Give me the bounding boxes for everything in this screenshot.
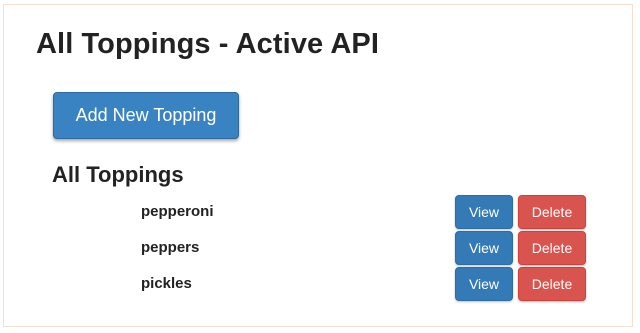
delete-button[interactable]: Delete (518, 267, 586, 301)
toppings-list-heading: All Toppings (52, 162, 184, 187)
view-button[interactable]: View (455, 231, 513, 265)
add-new-topping-button[interactable]: Add New Topping (53, 92, 239, 139)
list-item: pepperoni View Delete (4, 195, 634, 229)
list-item: pickles View Delete (4, 267, 634, 301)
view-button[interactable]: View (455, 195, 513, 229)
list-item: peppers View Delete (4, 231, 634, 265)
view-button[interactable]: View (455, 267, 513, 301)
topping-name: pepperoni (141, 203, 214, 220)
delete-button[interactable]: Delete (518, 195, 586, 229)
topping-name: peppers (141, 239, 200, 256)
content-panel: All Toppings - Active API Add New Toppin… (3, 4, 633, 327)
delete-button[interactable]: Delete (518, 231, 586, 265)
page-title: All Toppings - Active API (36, 28, 379, 60)
topping-name: pickles (141, 275, 192, 292)
